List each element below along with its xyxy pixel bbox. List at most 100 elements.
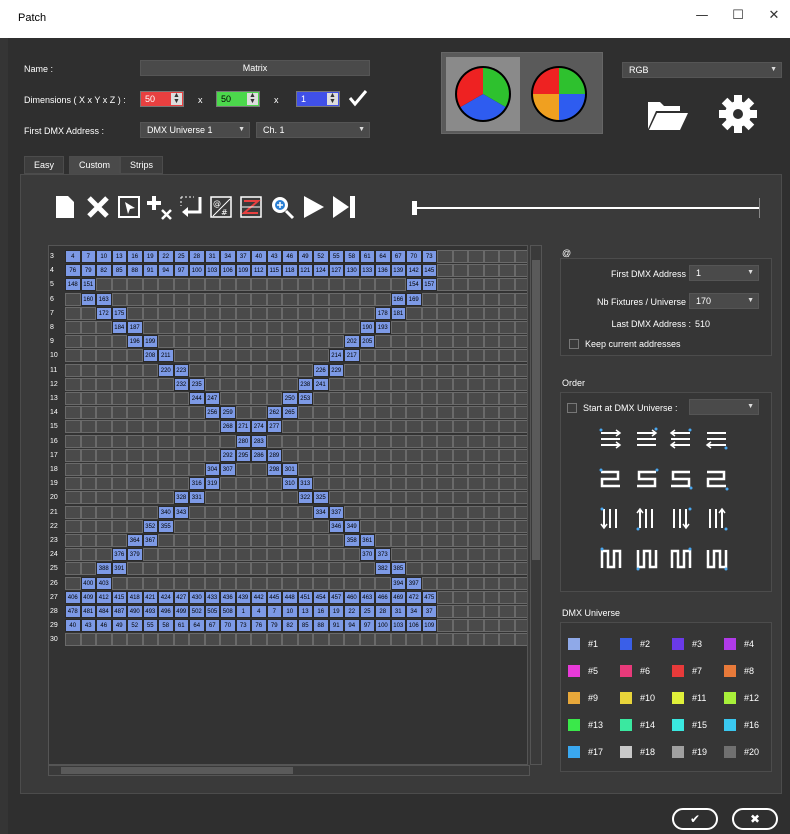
empty-cell[interactable] [359, 434, 375, 448]
empty-cell[interactable] [468, 519, 484, 533]
empty-cell[interactable] [375, 633, 391, 647]
fixture-cell[interactable]: 67 [390, 250, 406, 263]
empty-cell[interactable] [266, 306, 282, 320]
empty-cell[interactable] [437, 278, 453, 292]
empty-cell[interactable] [390, 392, 406, 405]
empty-cell[interactable] [127, 363, 143, 377]
empty-cell[interactable] [189, 548, 205, 562]
vertical-scroll-thumb[interactable] [532, 260, 540, 560]
tab-easy[interactable]: Easy [24, 156, 65, 174]
empty-cell[interactable] [297, 633, 313, 647]
empty-cell[interactable] [499, 420, 515, 434]
order-vsnake-up-alt-icon[interactable] [704, 546, 730, 572]
fixture-cell[interactable]: 214 [328, 349, 344, 363]
empty-cell[interactable] [297, 321, 313, 334]
empty-cell[interactable] [390, 420, 406, 434]
empty-cell[interactable] [483, 306, 499, 320]
empty-cell[interactable] [452, 463, 468, 476]
fixture-cell[interactable]: 19 [142, 250, 158, 263]
fixture-cell[interactable]: 13 [297, 605, 313, 618]
empty-cell[interactable] [437, 292, 453, 306]
empty-cell[interactable] [359, 505, 375, 519]
empty-cell[interactable] [80, 406, 96, 420]
empty-cell[interactable] [80, 377, 96, 391]
fixture-cell[interactable]: 262 [266, 406, 282, 420]
fixture-cell[interactable]: 10 [96, 250, 112, 263]
empty-cell[interactable] [468, 477, 484, 491]
empty-cell[interactable] [158, 534, 174, 547]
empty-cell[interactable] [189, 349, 205, 363]
fixture-cell[interactable]: 175 [111, 306, 127, 320]
fixture-cell[interactable]: 421 [142, 590, 158, 604]
empty-cell[interactable] [220, 392, 236, 405]
fixture-cell[interactable]: 382 [375, 562, 391, 576]
fixture-cell[interactable]: 388 [96, 562, 112, 576]
fixture-cell[interactable]: 508 [220, 605, 236, 618]
empty-cell[interactable] [142, 406, 158, 420]
order-vsnake-down-icon[interactable] [598, 546, 624, 572]
fixture-cell[interactable]: 196 [127, 335, 143, 349]
empty-cell[interactable] [437, 363, 453, 377]
tab-strips[interactable]: Strips [120, 156, 164, 174]
empty-cell[interactable] [359, 406, 375, 420]
empty-cell[interactable] [483, 363, 499, 377]
empty-cell[interactable] [220, 377, 236, 391]
fixture-cell[interactable]: 454 [313, 590, 329, 604]
fixture-cell[interactable]: 232 [173, 377, 189, 391]
empty-cell[interactable] [80, 306, 96, 320]
fixture-cell[interactable]: 322 [297, 491, 313, 505]
universe-swatch[interactable] [568, 638, 580, 650]
empty-cell[interactable] [65, 548, 81, 562]
empty-cell[interactable] [282, 576, 298, 590]
empty-cell[interactable] [251, 463, 267, 476]
empty-cell[interactable] [266, 363, 282, 377]
empty-cell[interactable] [220, 548, 236, 562]
empty-cell[interactable] [282, 349, 298, 363]
fixture-cell[interactable]: 82 [282, 619, 298, 633]
empty-cell[interactable] [127, 420, 143, 434]
order-snake-left-icon[interactable] [668, 466, 694, 492]
empty-cell[interactable] [452, 306, 468, 320]
empty-cell[interactable] [468, 335, 484, 349]
empty-cell[interactable] [282, 278, 298, 292]
empty-cell[interactable] [96, 406, 112, 420]
empty-cell[interactable] [313, 321, 329, 334]
fixture-cell[interactable]: 136 [375, 264, 391, 278]
fixture-cell[interactable]: 220 [158, 363, 174, 377]
fixture-cell[interactable]: 100 [375, 619, 391, 633]
empty-cell[interactable] [189, 321, 205, 334]
empty-cell[interactable] [499, 619, 515, 633]
fixture-cell[interactable]: 55 [328, 250, 344, 263]
empty-cell[interactable] [390, 463, 406, 476]
empty-cell[interactable] [142, 562, 158, 576]
empty-cell[interactable] [297, 349, 313, 363]
empty-cell[interactable] [313, 392, 329, 405]
fixture-cell[interactable]: 4 [65, 250, 81, 263]
empty-cell[interactable] [204, 420, 220, 434]
speed-slider-track[interactable] [417, 207, 760, 209]
fixture-cell[interactable]: 433 [204, 590, 220, 604]
empty-cell[interactable] [189, 406, 205, 420]
empty-cell[interactable] [313, 562, 329, 576]
empty-cell[interactable] [220, 534, 236, 547]
empty-cell[interactable] [111, 448, 127, 462]
fixture-cell[interactable]: 187 [127, 321, 143, 334]
fixture-cell[interactable]: 283 [251, 434, 267, 448]
empty-cell[interactable] [499, 463, 515, 476]
empty-cell[interactable] [499, 548, 515, 562]
empty-cell[interactable] [499, 363, 515, 377]
empty-cell[interactable] [235, 306, 251, 320]
empty-cell[interactable] [468, 392, 484, 405]
empty-cell[interactable] [204, 335, 220, 349]
empty-cell[interactable] [514, 477, 527, 491]
empty-cell[interactable] [282, 633, 298, 647]
empty-cell[interactable] [514, 619, 527, 633]
fixture-cell[interactable]: 88 [127, 264, 143, 278]
empty-cell[interactable] [499, 434, 515, 448]
fixture-cell[interactable]: 241 [313, 377, 329, 391]
empty-cell[interactable] [483, 619, 499, 633]
empty-cell[interactable] [127, 448, 143, 462]
fixture-cell[interactable]: 97 [173, 264, 189, 278]
empty-cell[interactable] [437, 590, 453, 604]
empty-cell[interactable] [313, 434, 329, 448]
